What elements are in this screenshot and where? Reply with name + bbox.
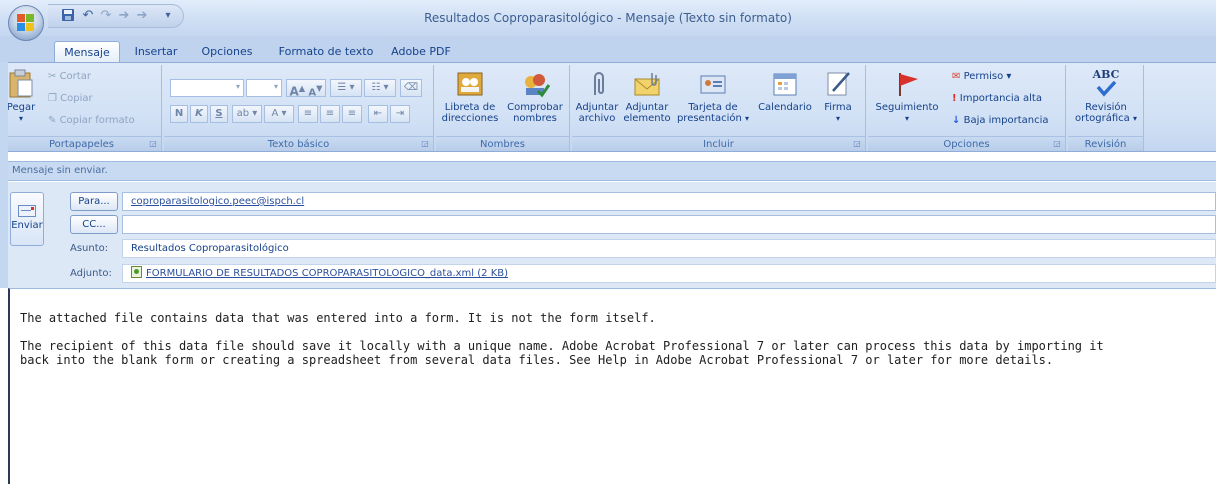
format-painter-button[interactable]: ✎ Copiar formato <box>48 115 135 127</box>
align-center-icon[interactable]: ≡ <box>320 105 340 123</box>
spelling-button[interactable]: ABC Revisión ortográfica ▾ <box>1070 69 1142 125</box>
basic-text-group-label: Texto básico <box>164 136 433 151</box>
include-group-label: Incluir <box>572 136 865 151</box>
names-group-label: Nombres <box>436 136 569 151</box>
shrink-font-icon: A <box>308 87 317 99</box>
copy-button[interactable]: ❐ Copiar <box>48 93 93 105</box>
clipboard-group: Pegar ▾ ✂ Cortar ❐ Copiar ✎ Copiar format… <box>2 65 162 151</box>
to-field[interactable]: coproparasitologico.peec@ispch.cl <box>122 192 1216 211</box>
body-line: back into the blank form or creating a s… <box>20 353 1054 367</box>
send-icon <box>18 205 36 217</box>
message-header: Enviar Para... coproparasitologico.peec@… <box>8 182 1216 288</box>
to-recipient-link[interactable]: coproparasitologico.peec@ispch.cl <box>131 196 304 207</box>
message-body: The attached file contains data that was… <box>20 311 1216 367</box>
check-names-button[interactable]: Comprobar nombres <box>504 69 566 124</box>
check-names-icon <box>520 69 551 99</box>
clear-format-icon[interactable]: ⌫ <box>400 79 422 97</box>
signature-icon <box>823 69 853 99</box>
tab-mensaje[interactable]: Mensaje <box>54 41 120 62</box>
align-right-icon[interactable]: ≡ <box>342 105 362 123</box>
follow-up-button[interactable]: Seguimiento ▾ <box>870 69 944 124</box>
calendar-button[interactable]: Calendario <box>756 69 814 113</box>
increase-indent-icon[interactable]: ⇥ <box>390 105 410 123</box>
attach-item-button[interactable]: Adjuntar elemento <box>622 69 672 124</box>
highlight-icon[interactable]: ab ▾ <box>232 105 262 123</box>
numbering-icon[interactable]: ☷ ▾ <box>364 79 396 97</box>
calendar-icon <box>770 69 800 99</box>
info-bar: Mensaje sin enviar. <box>8 161 1216 181</box>
to-button[interactable]: Para... <box>70 192 118 211</box>
paste-icon <box>6 69 36 99</box>
office-logo-icon <box>17 14 35 32</box>
scissors-icon: ✂ <box>48 71 57 82</box>
tab-formato-de-texto[interactable]: Formato de texto <box>276 41 376 62</box>
decrease-indent-icon[interactable]: ⇤ <box>368 105 388 123</box>
subject-field[interactable]: Resultados Coproparasitológico <box>122 239 1216 258</box>
cut-button[interactable]: ✂ Cortar <box>48 71 91 83</box>
envelope-icon <box>632 69 662 99</box>
clipboard-group-label: Portapapeles <box>2 136 161 151</box>
basic-text-launcher-icon[interactable]: ◲ <box>420 139 430 149</box>
review-group-label: Revisión <box>1068 136 1143 151</box>
options-group: Seguimiento ▾ ✉ Permiso ▾ ! Importancia a… <box>868 65 1066 151</box>
ribbon-tabs: Mensaje Insertar Opciones Formato de tex… <box>0 36 1216 62</box>
attachment-field: FORMULARIO DE RESULTADOS COPROPARASITOLO… <box>122 264 1216 283</box>
permission-icon: ✉ <box>952 71 961 82</box>
bullets-icon[interactable]: ☰ ▾ <box>330 79 362 97</box>
business-card-button[interactable]: Tarjeta de presentación ▾ <box>674 69 752 124</box>
font-size-dropdown[interactable]: ▾ <box>246 79 282 97</box>
bold-button[interactable]: N <box>170 105 188 123</box>
tab-adobe-pdf[interactable]: Adobe PDF <box>388 41 454 62</box>
include-group: Adjuntar archivo Adjuntar elemento Tarjeta… <box>572 65 866 151</box>
signature-button[interactable]: Firma ▾ <box>818 69 858 124</box>
names-group: Libreta de direcciones Comprobar nombres N… <box>436 65 570 151</box>
message-body-area[interactable]: The attached file contains data that was… <box>8 288 1216 484</box>
font-name-dropdown[interactable]: ▾ <box>170 79 244 97</box>
title-bar: ↶ ↷ ➔ ➔ ▾ Resultados Coproparasitológico… <box>0 0 1216 36</box>
permission-button[interactable]: ✉ Permiso ▾ <box>952 71 1011 83</box>
down-arrow-icon: ↓ <box>952 115 961 126</box>
flag-icon <box>892 69 922 99</box>
address-book-button[interactable]: Libreta de direcciones <box>438 69 502 124</box>
exclamation-icon: ! <box>952 93 957 104</box>
brush-icon: ✎ <box>48 115 57 126</box>
options-group-label: Opciones <box>868 136 1065 151</box>
paste-button[interactable]: Pegar ▾ <box>4 69 38 124</box>
copy-icon: ❐ <box>48 93 57 104</box>
address-book-icon <box>455 69 485 99</box>
grow-font-icon: A <box>289 84 299 99</box>
tab-opciones[interactable]: Opciones <box>194 41 260 62</box>
align-left-icon[interactable]: ≡ <box>298 105 318 123</box>
business-card-icon <box>698 69 728 99</box>
font-color-icon[interactable]: A ▾ <box>264 105 294 123</box>
paperclip-icon <box>582 69 612 99</box>
body-paragraph: The attached file contains data that was… <box>20 311 656 325</box>
basic-text-group: ▾ ▾ A▲ A▼ ☰ ▾ ☷ ▾ ⌫ N K S ab ▾ A ▾ ≡ ≡ ≡… <box>164 65 434 151</box>
review-group: ABC Revisión ortográfica ▾ Revisión <box>1068 65 1144 151</box>
cc-field[interactable] <box>122 215 1216 234</box>
include-launcher-icon[interactable]: ◲ <box>852 139 862 149</box>
underline-button[interactable]: S <box>210 105 228 123</box>
low-importance-button[interactable]: ↓ Baja importancia <box>952 115 1049 127</box>
cc-button[interactable]: CC... <box>70 215 118 234</box>
clipboard-launcher-icon[interactable]: ◲ <box>148 139 158 149</box>
italic-button[interactable]: K <box>190 105 208 123</box>
subject-label: Asunto: <box>70 243 109 254</box>
attach-file-button[interactable]: Adjuntar archivo <box>574 69 620 124</box>
office-button[interactable] <box>8 5 44 41</box>
spellcheck-icon: ABC <box>1091 69 1121 99</box>
attachment-link[interactable]: FORMULARIO DE RESULTADOS COPROPARASITOLO… <box>146 268 508 279</box>
options-launcher-icon[interactable]: ◲ <box>1052 139 1062 149</box>
body-line: The recipient of this data file should s… <box>20 339 1104 353</box>
high-importance-button[interactable]: ! Importancia alta <box>952 93 1042 105</box>
window-title: Resultados Coproparasitológico - Mensaje… <box>424 11 792 25</box>
ribbon: Pegar ▾ ✂ Cortar ❐ Copiar ✎ Copiar format… <box>0 62 1216 152</box>
attachment-label: Adjunto: <box>70 268 112 279</box>
left-rail <box>0 62 8 288</box>
send-button[interactable]: Enviar <box>10 192 44 246</box>
xml-file-icon <box>131 266 142 278</box>
grow-shrink-font-buttons[interactable]: A▲ A▼ <box>286 79 326 99</box>
tab-insertar[interactable]: Insertar <box>128 41 184 62</box>
